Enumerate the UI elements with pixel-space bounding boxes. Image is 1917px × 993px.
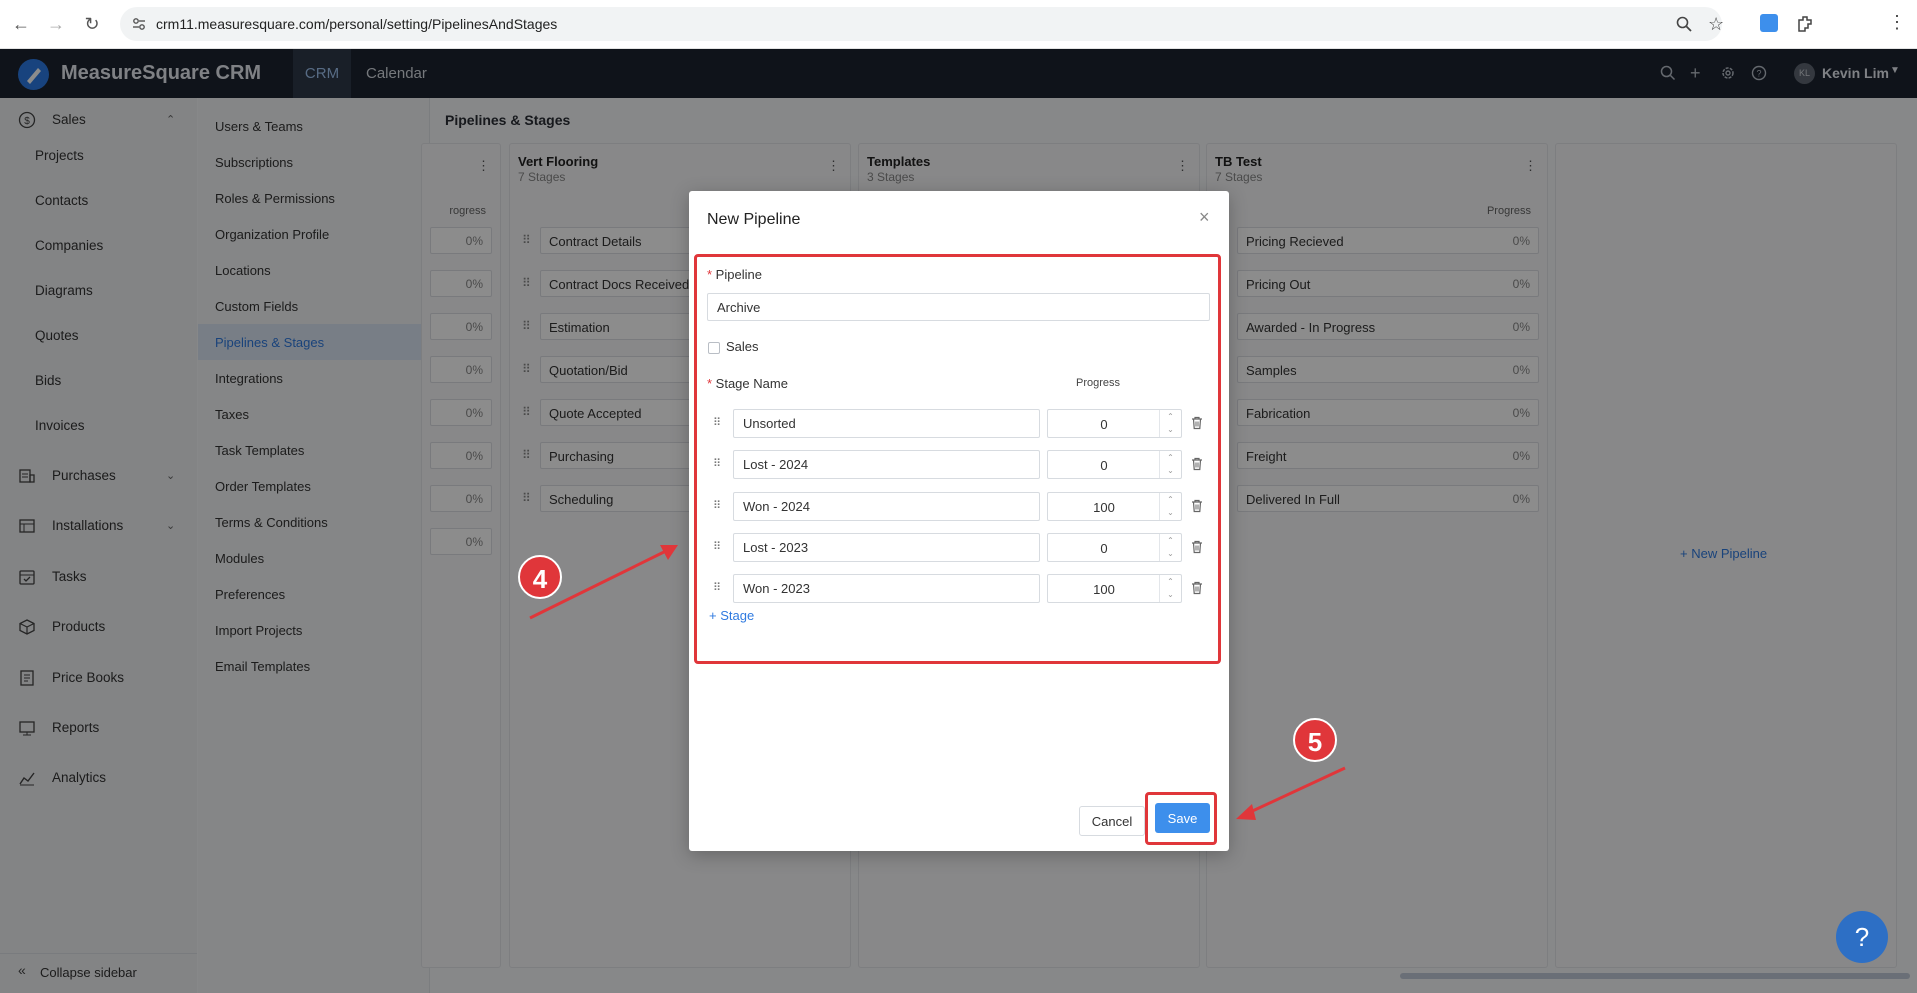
arrow-step5 (1245, 766, 1346, 816)
annotation-arrows (529, 545, 1346, 820)
step-badge-5: 5 (1293, 718, 1337, 762)
help-chat-button[interactable]: ? (1836, 911, 1888, 963)
horizontal-scrollbar[interactable] (1400, 973, 1910, 979)
arrowhead-step5 (1236, 804, 1256, 820)
step-badge-4: 4 (518, 555, 562, 599)
